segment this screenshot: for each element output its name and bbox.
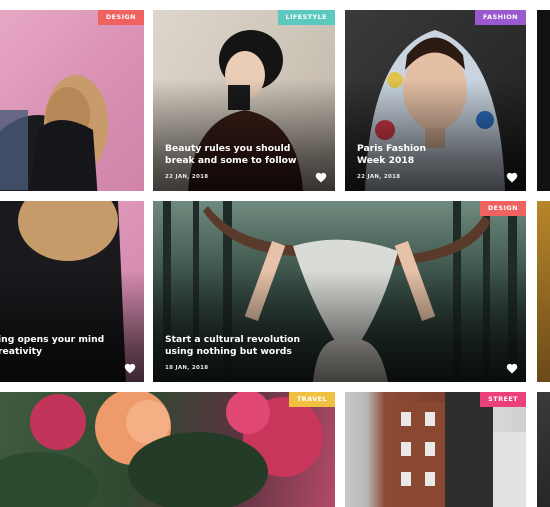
post-photo (537, 10, 550, 191)
gradient-overlay (0, 269, 144, 382)
post-title[interactable]: Beauty rules you should break and some t… (165, 143, 309, 167)
category-badge[interactable]: STREET (480, 392, 526, 407)
post-title[interactable]: ing opens your mind reativity (0, 334, 124, 358)
post-card-design-wide[interactable]: DESIGN Start a cultural revolution using… (153, 201, 526, 382)
photo-figure (393, 392, 526, 507)
post-card-lifestyle[interactable]: LIFESTYLE Beauty rules you should break … (153, 10, 335, 191)
post-card-design[interactable]: DESIGN (0, 10, 144, 191)
post-photo (345, 392, 526, 507)
post-title[interactable]: Start a cultural revolution using nothin… (165, 334, 306, 358)
post-card-partial[interactable] (537, 201, 550, 382)
category-badge[interactable]: FASHION (474, 10, 526, 25)
favorite-heart-icon[interactable] (124, 363, 136, 374)
post-card-fashion[interactable]: FASHION Paris Fashion Week 2018 22 JAN, … (345, 10, 526, 191)
post-photo (537, 201, 550, 382)
category-badge[interactable]: TRAVEL (288, 392, 335, 407)
photo-figure (0, 392, 323, 507)
post-date: 18 JAN, 2018 (165, 365, 209, 371)
favorite-heart-icon[interactable] (506, 172, 518, 183)
post-card-partial[interactable] (537, 392, 550, 507)
post-photo (0, 10, 144, 191)
post-card-travel[interactable]: TRAVEL (0, 392, 335, 507)
post-card-partial-left[interactable]: ing opens your mind reativity (0, 201, 144, 382)
post-date: 22 JAN, 2018 (357, 174, 401, 180)
post-date: 22 JAN, 2018 (165, 174, 209, 180)
category-badge[interactable]: DESIGN (479, 201, 526, 216)
photo-figure (0, 75, 108, 191)
category-badge[interactable]: DESIGN (97, 10, 144, 25)
category-badge[interactable]: LIFESTYLE (277, 10, 335, 25)
post-photo (537, 392, 550, 507)
post-card-partial[interactable] (537, 10, 550, 191)
gradient-overlay (153, 269, 526, 382)
post-title[interactable]: Paris Fashion Week 2018 (357, 143, 436, 167)
post-card-street[interactable]: STREET (345, 392, 526, 507)
post-photo (0, 392, 335, 507)
favorite-heart-icon[interactable] (315, 172, 327, 183)
favorite-heart-icon[interactable] (506, 363, 518, 374)
